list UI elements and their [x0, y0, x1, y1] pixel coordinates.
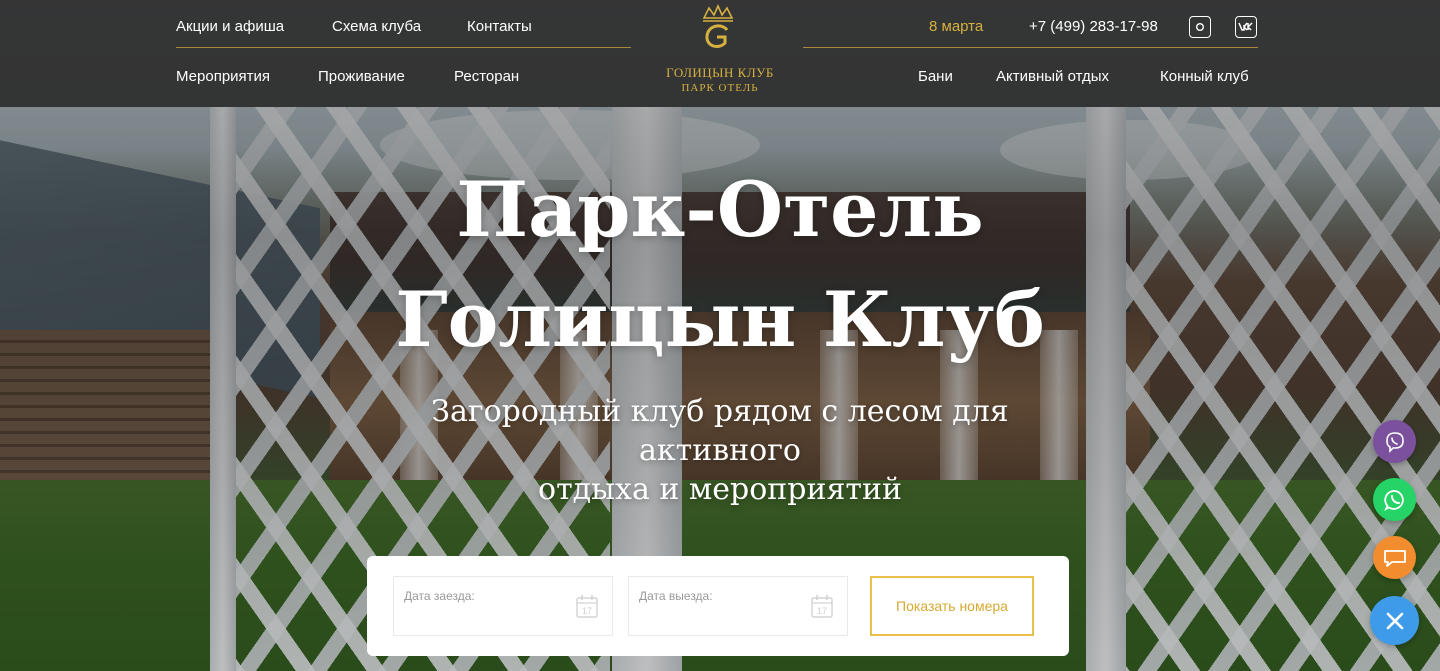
hero-title-line: Голицын Клуб	[395, 275, 1045, 364]
viber-icon[interactable]	[1373, 420, 1416, 463]
calendar-day: 17	[582, 606, 592, 616]
nav-active-rest[interactable]: Активный отдых	[996, 68, 1109, 85]
show-rooms-button[interactable]: Показать номера	[870, 576, 1034, 636]
booking-form: Дата заезда: 17 Дата выезда: 17 Показать…	[367, 556, 1069, 656]
hero-title-line: Парк-Отель	[456, 165, 984, 254]
checkin-label: Дата заезда:	[404, 589, 475, 603]
nav-club-map[interactable]: Схема клуба	[332, 18, 421, 35]
header-divider	[176, 47, 631, 48]
hero-subtitle: Загородный клуб рядом с лесом для активн…	[400, 392, 1040, 509]
checkin-date-field[interactable]: Дата заезда: 17	[393, 576, 613, 636]
nav-restaurant[interactable]: Ресторан	[454, 68, 519, 85]
checkout-label: Дата выезда:	[639, 589, 713, 603]
calendar-day: 17	[817, 606, 827, 616]
crown-logo-icon	[702, 4, 734, 48]
instagram-icon[interactable]	[1189, 16, 1211, 38]
close-icon[interactable]	[1370, 596, 1419, 645]
hero-subtitle-line: Загородный клуб рядом с лесом для	[431, 394, 1009, 429]
nav-events[interactable]: Мероприятия	[176, 68, 270, 85]
logo-title: ГОЛИЦЫН КЛУБ	[666, 65, 774, 80]
nav-contacts[interactable]: Контакты	[467, 18, 532, 35]
hero-subtitle-line: активного	[639, 433, 801, 468]
date-link[interactable]: 8 марта	[929, 18, 983, 35]
nav-baths[interactable]: Бани	[918, 68, 953, 85]
whatsapp-icon[interactable]	[1373, 478, 1416, 521]
vk-icon[interactable]	[1235, 16, 1257, 38]
nav-promotions[interactable]: Акции и афиша	[176, 18, 284, 35]
nav-accommodation[interactable]: Проживание	[318, 68, 405, 85]
logo-subtitle: ПАРК ОТЕЛЬ	[681, 82, 759, 94]
header-divider	[803, 47, 1258, 48]
hero-title: Парк-Отель Голицын Клуб	[320, 155, 1120, 375]
calendar-icon[interactable]: 17	[576, 594, 598, 618]
site-header: Акции и афиша Схема клуба Контакты Мероп…	[0, 0, 1440, 107]
chat-icon[interactable]	[1373, 536, 1416, 579]
hero-subtitle-line: отдыха и мероприятий	[538, 472, 902, 507]
phone-link[interactable]: +7 (499) 283-17-98	[1029, 18, 1158, 35]
checkout-date-field[interactable]: Дата выезда: 17	[628, 576, 848, 636]
nav-horse-club[interactable]: Конный клуб	[1160, 68, 1249, 85]
calendar-icon[interactable]: 17	[811, 594, 833, 618]
